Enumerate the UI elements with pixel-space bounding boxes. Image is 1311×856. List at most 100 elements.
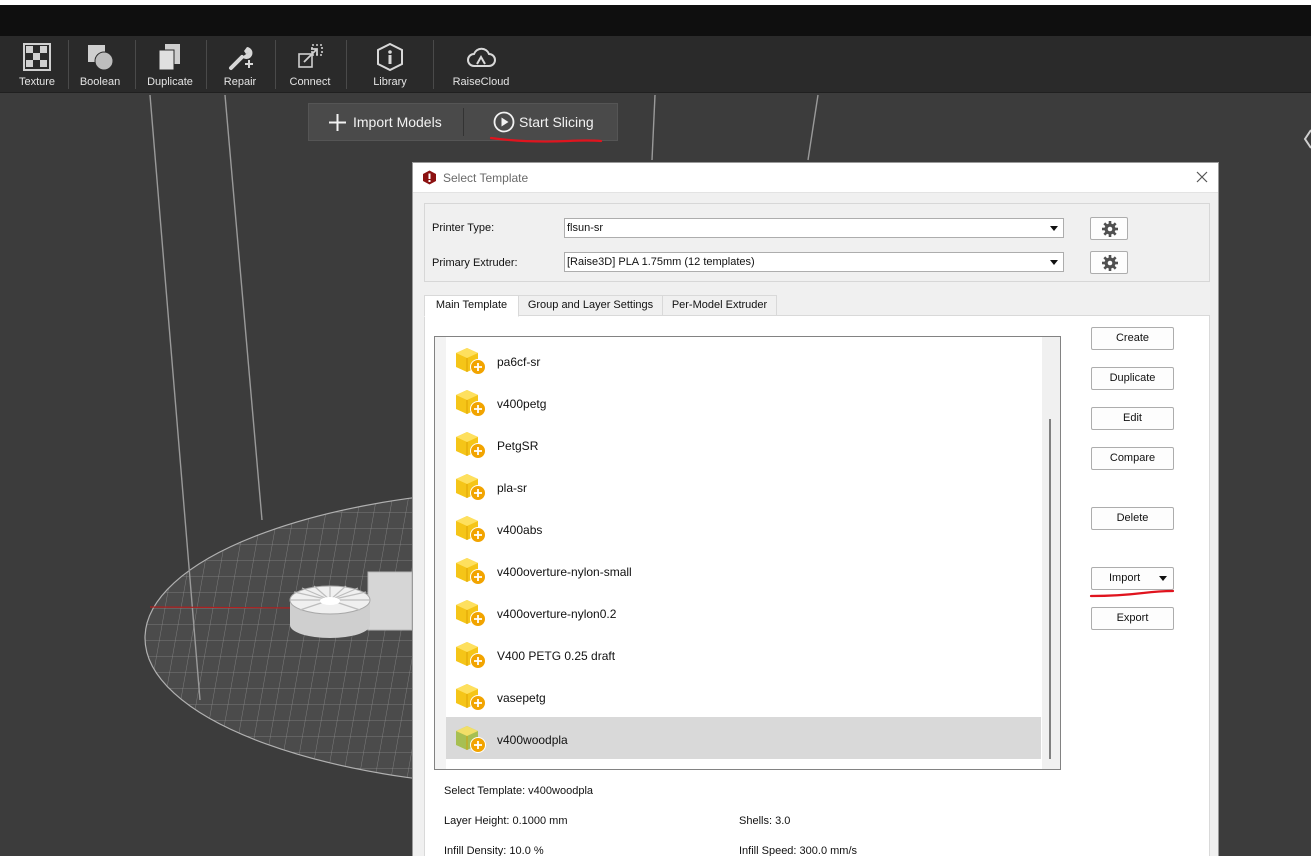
connect-button[interactable]: Connect: [280, 36, 340, 93]
printer-settings-button[interactable]: [1090, 217, 1128, 240]
frame-rod: [224, 94, 263, 521]
compare-button[interactable]: Compare: [1091, 447, 1174, 470]
repair-label: Repair: [223, 76, 257, 88]
main-toolbar: Texture Boolean Duplicate Repair Connect…: [0, 36, 1311, 93]
toolbar-divider: [275, 40, 276, 89]
tab-label: Main Template: [435, 299, 508, 311]
template-list-item[interactable]: v400petg: [446, 381, 1041, 423]
delete-button[interactable]: Delete: [1091, 507, 1174, 530]
shells-info: Shells: 3.0: [739, 815, 791, 827]
template-name: v400abs: [497, 523, 543, 537]
edit-label: Edit: [1123, 412, 1142, 424]
frame-rod: [807, 94, 819, 161]
template-name: v400overture-nylon0.2: [497, 607, 617, 621]
close-icon[interactable]: [1194, 168, 1210, 186]
template-cube-icon: [456, 726, 486, 753]
cloud-icon: [467, 47, 496, 67]
create-button[interactable]: Create: [1091, 327, 1174, 350]
library-button[interactable]: Library: [360, 36, 420, 93]
tab-group-and-layer-settings[interactable]: Group and Layer Settings: [518, 295, 663, 316]
template-cube-icon: [456, 642, 486, 669]
duplicate-label: Duplicate: [1109, 372, 1156, 384]
library-label: Library: [373, 76, 407, 88]
tab-main-template[interactable]: Main Template: [424, 295, 519, 317]
toolbar-divider: [346, 40, 347, 89]
toolbar-divider: [206, 40, 207, 89]
template-cube-icon: [456, 516, 486, 543]
selected-template-info: Select Template: v400woodpla: [444, 785, 594, 797]
boolean-label: Boolean: [79, 76, 121, 88]
scrollbar-thumb[interactable]: [1049, 419, 1051, 759]
template-list-item[interactable]: PetgSR: [446, 423, 1041, 465]
infill-speed-info: Infill Speed: 300.0 mm/s: [739, 845, 858, 856]
template-list[interactable]: pa6cf-sr v400petg PetgSR pla-sr v400abs v400o…: [446, 337, 1042, 769]
infill-density-info: Infill Density: 10.0 %: [444, 845, 544, 856]
plus-icon: [329, 114, 346, 131]
template-cube-icon: [456, 390, 486, 417]
export-button[interactable]: Export: [1091, 607, 1174, 630]
chevron-down-icon: [1050, 226, 1058, 231]
library-icon: [377, 42, 403, 72]
primary-extruder-select[interactable]: [Raise3D] PLA 1.75mm (12 templates): [564, 252, 1064, 272]
start-slicing-button[interactable]: Start Slicing: [493, 104, 615, 140]
delete-label: Delete: [1116, 512, 1149, 524]
connect-label: Connect: [289, 76, 331, 88]
edit-button[interactable]: Edit: [1091, 407, 1174, 430]
repair-icon: [229, 47, 253, 70]
action-bar-divider: [463, 108, 464, 136]
template-list-item[interactable]: v400overture-nylon0.2: [446, 591, 1041, 633]
template-cube-icon: [456, 432, 486, 459]
printer-type-select[interactable]: flsun-sr: [564, 218, 1064, 238]
template-list-item[interactable]: v400woodpla: [446, 717, 1041, 759]
duplicate-button[interactable]: Duplicate: [140, 36, 200, 93]
template-name: v400woodpla: [497, 733, 568, 747]
template-name: pa6cf-sr: [497, 355, 541, 369]
template-list-item[interactable]: pa6cf-sr: [446, 339, 1041, 381]
tab-per-model-extruder[interactable]: Per-Model Extruder: [662, 295, 777, 316]
chevron-down-icon: [1159, 576, 1167, 581]
toolbar-divider: [68, 40, 69, 89]
printer-type-value: flsun-sr: [567, 222, 604, 234]
texture-button[interactable]: Texture: [8, 36, 66, 93]
template-cube-icon: [456, 558, 486, 585]
printer-type-label: Printer Type:: [432, 222, 495, 234]
frame-rod: [651, 94, 656, 161]
repair-button[interactable]: Repair: [212, 36, 268, 93]
template-name: pla-sr: [497, 481, 528, 495]
raisecloud-button[interactable]: RaiseCloud: [447, 36, 515, 93]
dialog-title: Select Template: [443, 171, 529, 185]
duplicate-template-button[interactable]: Duplicate: [1091, 367, 1174, 390]
toolbar-divider: [135, 40, 136, 89]
duplicate-icon: [158, 44, 180, 71]
import-label: Import: [1109, 572, 1141, 584]
template-cube-icon: [456, 600, 486, 627]
template-list-item[interactable]: v400abs: [446, 507, 1041, 549]
template-list-item[interactable]: v400overture-nylon-small: [446, 549, 1041, 591]
template-list-item[interactable]: V400 PETG 0.25 draft: [446, 633, 1041, 675]
side-panel-toggle-icon[interactable]: [1303, 129, 1311, 149]
start-slicing-label: Start Slicing: [519, 114, 594, 130]
duplicate-label: Duplicate: [147, 76, 193, 88]
play-icon: [493, 111, 515, 133]
select-template-dialog: Select Template Printer Type: flsun-sr P…: [412, 162, 1219, 856]
template-cube-icon: [456, 684, 486, 711]
primary-extruder-value: [Raise3D] PLA 1.75mm (12 templates): [567, 256, 755, 268]
template-name: vasepetg: [497, 691, 546, 705]
extruder-settings-button[interactable]: [1090, 251, 1128, 274]
window-titlebar: [0, 5, 1311, 36]
action-bar: Import Models Start Slicing: [308, 103, 618, 141]
boolean-button[interactable]: Boolean: [72, 36, 128, 93]
raisecloud-label: RaiseCloud: [452, 76, 510, 88]
template-name: PetgSR: [497, 439, 539, 453]
template-name: v400petg: [497, 397, 547, 411]
app-icon: [423, 170, 436, 185]
template-list-item[interactable]: vasepetg: [446, 675, 1041, 717]
template-name: v400overture-nylon-small: [497, 565, 632, 579]
import-dropdown-button[interactable]: Import: [1091, 567, 1174, 590]
template-list-item[interactable]: pla-sr: [446, 465, 1041, 507]
tab-label: Group and Layer Settings: [527, 299, 654, 311]
template-list-scrollbar[interactable]: [1042, 337, 1060, 769]
import-models-button[interactable]: Import Models: [328, 104, 458, 140]
template-cube-icon: [456, 474, 486, 501]
gear-icon: [1102, 221, 1118, 237]
